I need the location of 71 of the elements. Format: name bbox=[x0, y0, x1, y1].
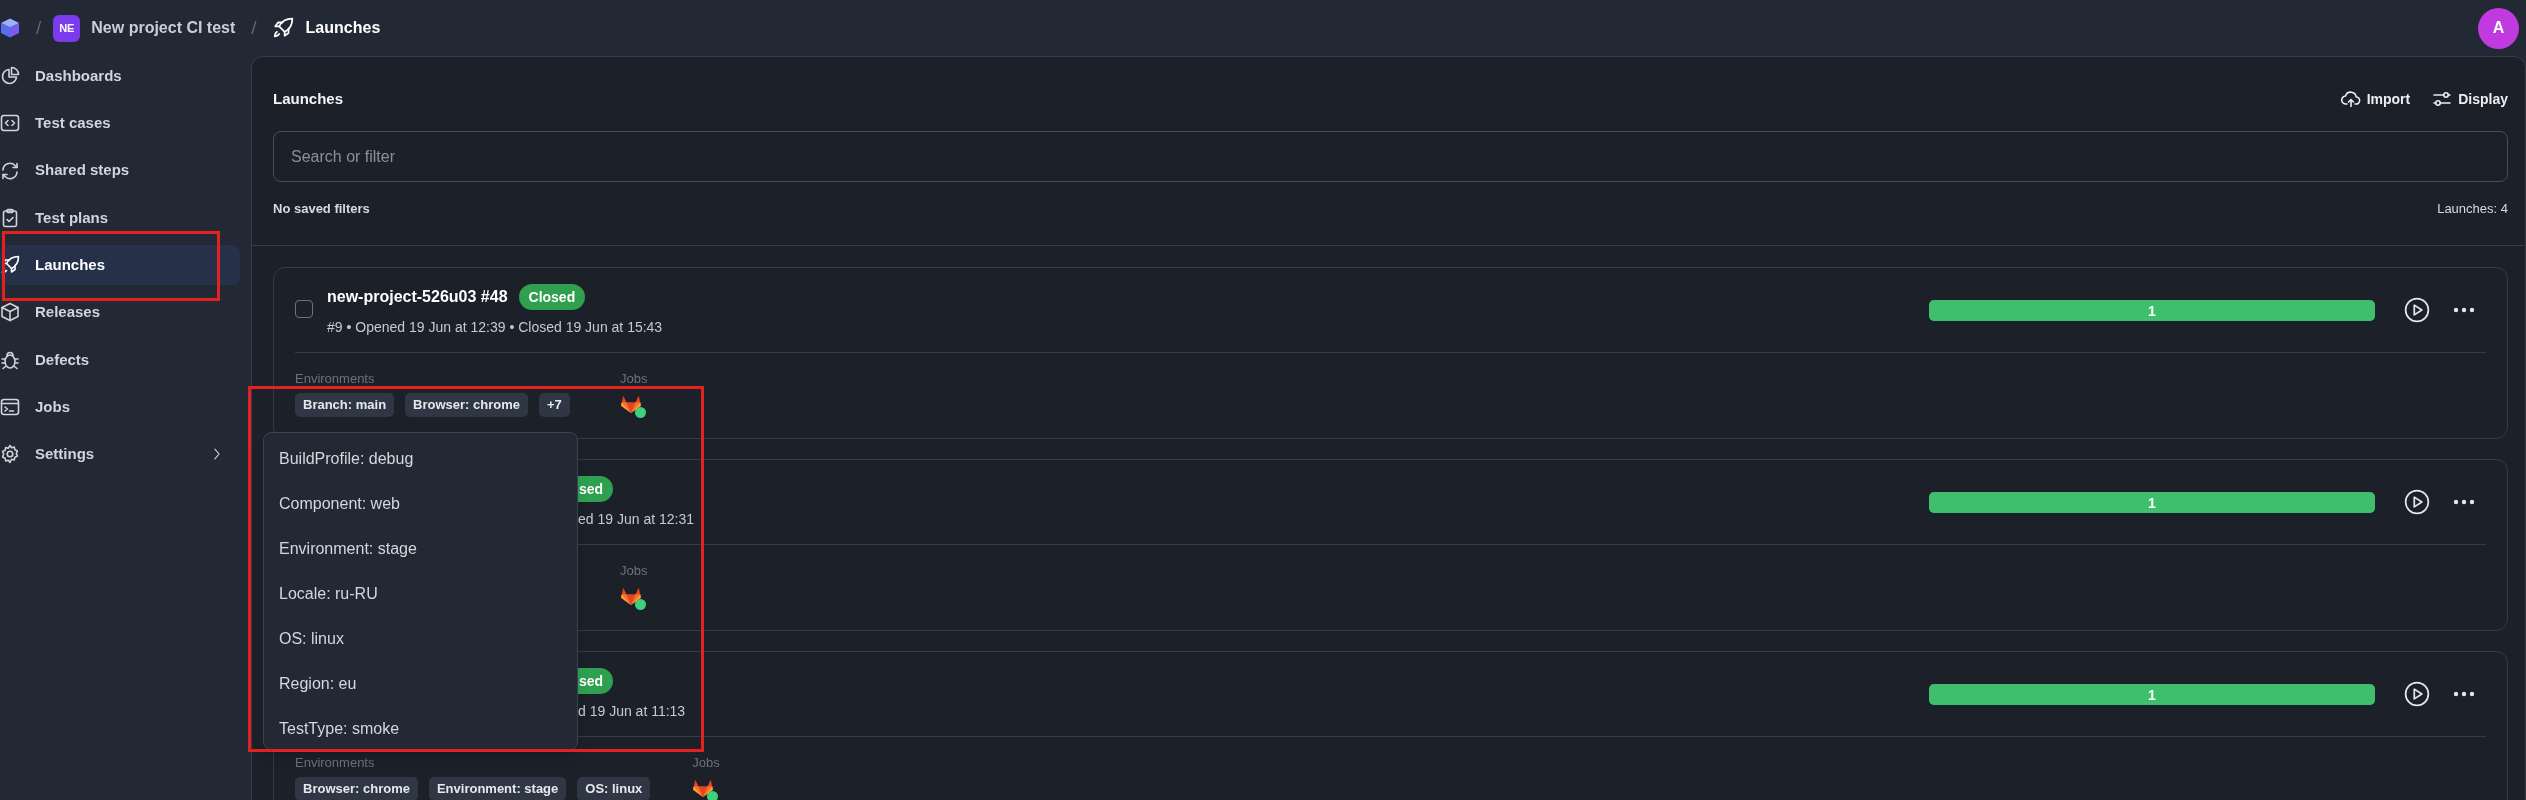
sidebar-item[interactable]: Jobs bbox=[0, 387, 240, 428]
ellipsis-icon bbox=[2451, 691, 2477, 697]
tooltip-item: Component: web bbox=[279, 493, 400, 514]
section-label: Jobs bbox=[692, 754, 720, 772]
section-label: Jobs bbox=[620, 562, 648, 580]
user-avatar[interactable]: A bbox=[2478, 7, 2519, 49]
status-badge: sed bbox=[578, 668, 614, 694]
sidebar-item[interactable]: Settings bbox=[0, 434, 240, 475]
environment-tag[interactable]: Browser: chrome bbox=[405, 393, 528, 417]
progress-label: 1 bbox=[2148, 303, 2156, 318]
tooltip-item: TestType: smoke bbox=[279, 718, 400, 739]
terminal-icon bbox=[0, 397, 20, 418]
display-button[interactable]: Display bbox=[2432, 88, 2508, 110]
sidebar-item[interactable]: Shared steps bbox=[0, 150, 240, 191]
sidebar-item[interactable]: Launches bbox=[0, 245, 240, 286]
breadcrumb-current: Launches bbox=[305, 18, 381, 38]
tooltip-item: Environment: stage bbox=[279, 538, 417, 559]
play-button[interactable] bbox=[2404, 489, 2430, 515]
status-badge: Closed bbox=[518, 284, 586, 310]
play-icon bbox=[2404, 681, 2430, 707]
saved-filters-text: No saved filters bbox=[273, 200, 370, 219]
sidebar-item[interactable]: Test cases bbox=[0, 103, 240, 144]
code-icon bbox=[0, 113, 20, 134]
tooltip-item: OS: linux bbox=[279, 628, 344, 649]
environment-tag[interactable]: Branch: main bbox=[295, 393, 395, 417]
sidebar-item[interactable]: Releases bbox=[0, 292, 240, 333]
breadcrumb-link[interactable]: New project CI test bbox=[91, 16, 236, 40]
search-field[interactable]: Search or filter bbox=[273, 131, 2508, 182]
sidebar-item[interactable]: Test plans bbox=[0, 197, 240, 238]
status-badge: sed bbox=[578, 476, 614, 502]
import-button[interactable]: Import bbox=[2340, 88, 2411, 110]
rocket-icon bbox=[271, 17, 294, 39]
section-label: Jobs bbox=[620, 370, 648, 388]
play-icon bbox=[2404, 297, 2430, 323]
cube-icon bbox=[0, 302, 20, 323]
tooltip-item: Locale: ru-RU bbox=[279, 583, 378, 604]
cloud-upload-icon bbox=[2340, 89, 2361, 109]
refresh-icon bbox=[0, 160, 20, 181]
breadcrumb-separator: / bbox=[251, 15, 257, 40]
ellipsis-icon bbox=[2451, 307, 2477, 313]
environment-tag[interactable]: Environment: stage bbox=[428, 777, 567, 800]
checkbox[interactable] bbox=[295, 300, 313, 318]
environment-tag[interactable]: +7 bbox=[539, 393, 570, 417]
launch-meta: #9 • Opened 19 Jun at 12:39 • Closed 19 Jun at 15:43 bbox=[327, 318, 663, 337]
play-button[interactable] bbox=[2404, 297, 2430, 323]
launch-meta: ed 19 Jun at 12:31 bbox=[578, 510, 694, 529]
ellipsis-icon bbox=[2451, 499, 2477, 505]
sidebar-item[interactable]: Defects bbox=[0, 339, 240, 380]
clipboard-check-icon bbox=[0, 207, 20, 228]
breadcrumb-separator: / bbox=[36, 15, 42, 40]
play-button[interactable] bbox=[2404, 681, 2430, 707]
launch-meta: d 19 Jun at 11:13 bbox=[578, 702, 686, 721]
pie-chart-icon bbox=[0, 66, 20, 86]
progress-label: 1 bbox=[2148, 687, 2156, 702]
environment-tag[interactable]: OS: linux bbox=[577, 777, 651, 800]
section-label: Environments bbox=[295, 370, 376, 388]
settings-icon bbox=[0, 444, 20, 465]
play-icon bbox=[2404, 489, 2430, 515]
launch-count: Launches: 4 bbox=[2437, 200, 2508, 219]
bug-icon bbox=[0, 349, 20, 370]
section-label: Environments bbox=[295, 754, 376, 772]
tooltip-item: Region: eu bbox=[279, 673, 357, 694]
sidebar-item[interactable]: Dashboards bbox=[0, 56, 240, 96]
sliders-icon bbox=[2432, 89, 2453, 109]
progress-label: 1 bbox=[2148, 495, 2156, 510]
page-title: Launches bbox=[273, 88, 344, 109]
tooltip-item: BuildProfile: debug bbox=[279, 448, 414, 469]
project-badge: NE bbox=[53, 14, 81, 42]
launch-title[interactable]: new-project-526u03 #48 bbox=[327, 285, 508, 309]
environment-tag[interactable]: Browser: chrome bbox=[295, 777, 418, 800]
logo-icon bbox=[0, 17, 20, 39]
